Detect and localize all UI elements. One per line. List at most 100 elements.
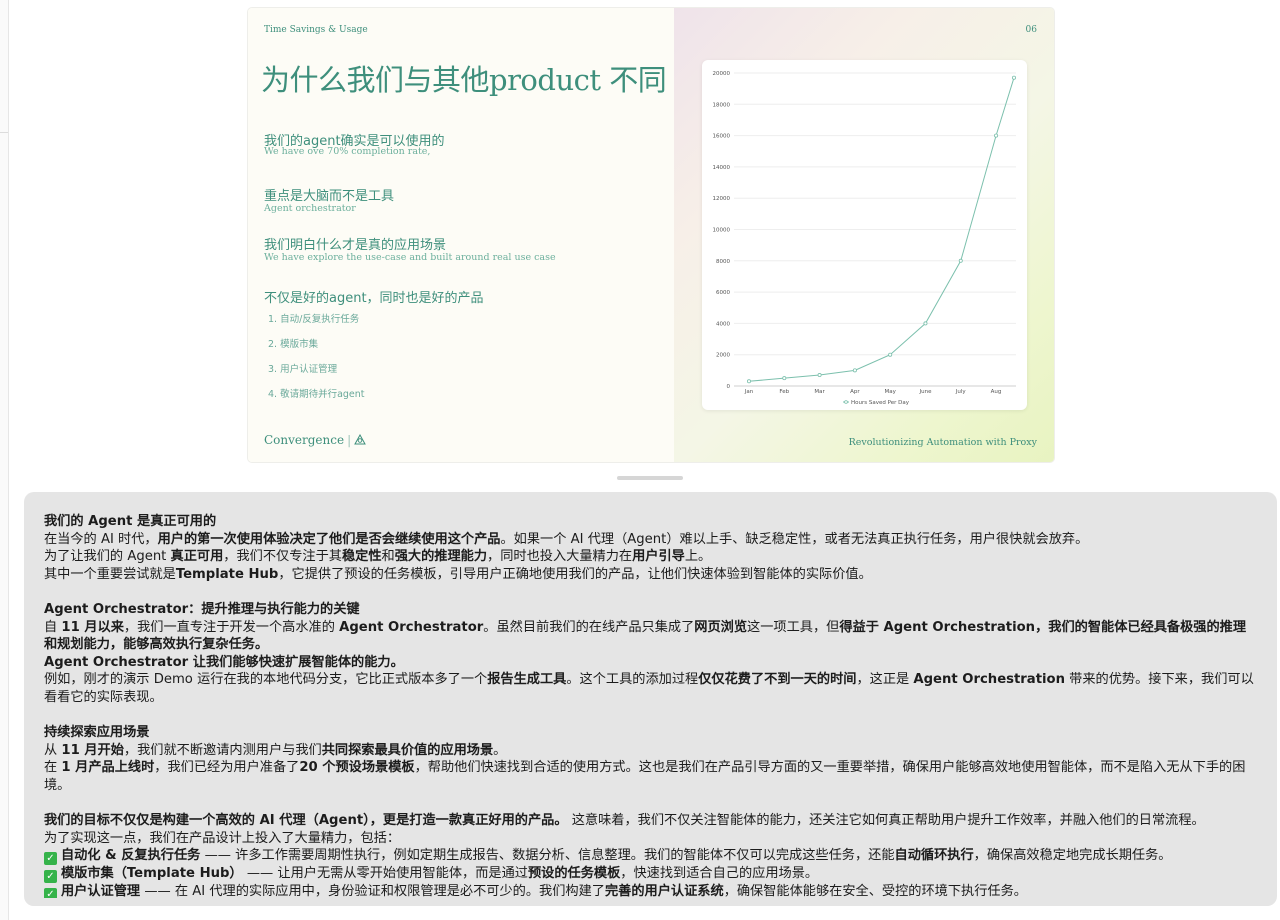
- y-tick-label: 12000: [713, 196, 731, 202]
- notes-text: ，我们不仅专注于其: [223, 549, 342, 565]
- data-point: [888, 352, 893, 357]
- y-tick-label: 14000: [713, 165, 731, 171]
- x-tick-label: Aug: [991, 389, 1002, 395]
- point-sub-brain: Agent orchestrator: [264, 203, 356, 214]
- slide-left-panel: Time Savings & Usage 为什么我们与其他product 不同 …: [248, 8, 674, 462]
- notes-text: 。这个工具的添加过程: [566, 672, 699, 688]
- notes-bold-text: 强大的推理能力: [394, 549, 488, 565]
- notes-bold-text: 仅仅花费了不到一天的时间: [698, 672, 857, 688]
- logo-text: Convergence: [264, 433, 345, 447]
- notes-text: ，我们已经为用户准备了: [154, 760, 300, 776]
- notes-text: 这一项工具，但: [747, 619, 840, 635]
- y-tick-label: 18000: [713, 102, 731, 108]
- section-tag: Time Savings & Usage: [264, 25, 368, 35]
- notes-bold-text: 预设的任务模板: [527, 866, 621, 882]
- notes-line: 我们的目标不仅仅是构建一个高效的 AI 代理（Agent），更是打造一款真正好用…: [44, 812, 1256, 830]
- point-heading-brain: 重点是大脑而不是工具: [264, 189, 395, 204]
- notes-bold-text: 我们的 Agent 是真正可用的: [44, 514, 217, 529]
- notes-text: 其中一个重要尝试就是: [44, 566, 176, 582]
- notes-text: 为了让我们的 Agent: [44, 549, 171, 565]
- point-heading-usecase: 我们明白什么才是真的应用场景: [264, 238, 447, 253]
- notes-bold-text: 网页浏览: [694, 619, 748, 635]
- notes-line: 我们的 Agent 是真正可用的: [44, 513, 1256, 531]
- notes-bold-text: 共同探索最具价值的应用场景: [321, 742, 494, 758]
- notes-line: 为了让我们的 Agent 真正可用，我们不仅专注于其稳定性和强大的推理能力，同时…: [44, 548, 1256, 566]
- list-item-parallel: 4. 敬请期待并行agent: [268, 389, 365, 400]
- notes-bold-text: Agent Orchestrator: [339, 619, 484, 635]
- notes-bold-text: 稳定性: [341, 549, 382, 565]
- notes-text: ，它提供了预设的任务模板，引导用户正确地使用我们的产品，让他们快速体验到智能体的…: [278, 566, 872, 582]
- y-tick-label: 10000: [713, 228, 731, 234]
- chart-card: 0 2000 4000 6000 8000 10000 12000 14000 16000 180…: [702, 60, 1027, 410]
- slide-canvas[interactable]: Time Savings & Usage 为什么我们与其他product 不同 …: [248, 8, 1054, 462]
- speaker-notes-text[interactable]: 我们的 Agent 是真正可用的 在当今的 AI 时代，用户的第一次使用体验决定了…: [44, 513, 1256, 906]
- checkmark-icon: ✓: [44, 870, 57, 884]
- notes-bold-text: 真正可用: [170, 549, 224, 565]
- point-sub-usecase: We have explore the use-case and built a…: [264, 252, 556, 263]
- notes-text: 。: [493, 742, 507, 758]
- x-tick-label: July: [955, 389, 967, 395]
- legend-label: Hours Saved Per Day: [851, 400, 910, 406]
- notes-text: ，我们一直专注于开发一个高水准的: [123, 619, 340, 635]
- checkmark-icon: ✓: [44, 852, 57, 866]
- page-number: 06: [1025, 25, 1037, 35]
- data-point: [747, 379, 752, 384]
- left-panel-divider: [0, 132, 8, 133]
- logo-mark-icon: [354, 433, 366, 445]
- y-tick-label: 8000: [716, 259, 730, 265]
- notes-bold-text: Agent Orchestrator：提升推理与执行能力的关键: [44, 601, 360, 617]
- y-tick-label: 16000: [713, 134, 731, 140]
- y-tick-label: 2000: [716, 353, 730, 359]
- notes-line: ✓ 模版市集（Template Hub） —— 让用户无需从零开始使用智能体，而是…: [44, 865, 1256, 884]
- notes-line: 在 1 月产品上线时，我们已经为用户准备了20 个预设场景模板，帮助他们快速找到…: [44, 759, 1256, 794]
- notes-bold-text: 自动循环执行: [894, 848, 974, 864]
- notes-bold-text: 用户的第一次使用体验决定了他们是否会继续使用这个产品: [157, 531, 501, 547]
- notes-text: 在当今的 AI 时代，: [44, 531, 158, 547]
- point-heading-product: 不仅是好的agent，同时也是好的产品: [264, 291, 484, 306]
- notes-bold-text: Agent Orchestrator 让我们能够快速扩展智能体的能力。: [44, 654, 404, 670]
- notes-line: 在当今的 AI 时代，用户的第一次使用体验决定了他们是否会继续使用这个产品。如果…: [44, 531, 1256, 549]
- y-tick-label: 20000: [713, 71, 731, 77]
- notes-bold-text: Template Hub: [175, 566, 279, 582]
- legend-marker: [844, 400, 848, 404]
- list-item-template: 2. 模版市集: [268, 339, 319, 350]
- notes-text: —— 许多工作需要周期性执行，例如定期生成报告、数据分析、信息整理。我们的智能体…: [200, 848, 895, 864]
- y-tick-label: 0: [727, 384, 731, 390]
- notes-bold-text: 自动化 & 反复执行任务: [61, 848, 201, 864]
- notes-text: ，确保高效稳定地完成长期任务。: [973, 848, 1172, 864]
- notes-line: 例如，刚才的演示 Demo 运行在我的本地代码分支，它比正式版本多了一个报告生成…: [44, 671, 1256, 706]
- convergence-logo: Convergence |: [264, 433, 366, 447]
- notes-text: 。如果一个 AI 代理（Agent）难以上手、缺乏稳定性，或者无法真正执行任务，…: [500, 531, 1089, 547]
- notes-bold-text: 用户引导: [632, 549, 685, 565]
- notes-text: 。虽然目前我们的在线产品只集成了: [483, 619, 695, 635]
- x-tick-label: Jan: [744, 389, 754, 395]
- notes-bottom-edge: [24, 898, 1277, 906]
- resize-handle[interactable]: [617, 476, 683, 480]
- notes-bold-text: 模版市集（Template Hub）: [61, 866, 243, 882]
- y-tick-label: 4000: [716, 321, 730, 327]
- notes-line: ✓ 自动化 & 反复执行任务 —— 许多工作需要周期性执行，例如定期生成报告、数据…: [44, 847, 1256, 866]
- speaker-notes-panel[interactable]: 我们的 Agent 是真正可用的 在当今的 AI 时代，用户的第一次使用体验决定了…: [24, 492, 1277, 906]
- notes-text: ，我们就不断邀请内测用户与我们: [123, 742, 322, 758]
- point-sub-usable: We have ove 70% completion rate,: [264, 146, 431, 157]
- notes-line: Agent Orchestrator：提升推理与执行能力的关键: [44, 601, 1256, 619]
- notes-text: ，同时也投入大量精力在: [487, 549, 633, 565]
- x-tick-label: Mar: [814, 389, 825, 395]
- data-point: [1011, 75, 1016, 80]
- list-item-automation: 1. 自动/反复执行任务: [268, 314, 360, 325]
- notes-bold-text: 报告生成工具: [487, 672, 567, 688]
- data-point: [852, 368, 857, 373]
- slide-right-panel: 06 0 2000 4000 6000 8000 10000 12000 14000 16000…: [674, 8, 1054, 462]
- notes-text: 从: [44, 742, 62, 758]
- data-point: [994, 133, 999, 138]
- x-tick-label: Feb: [779, 389, 789, 395]
- notes-line: 持续探索应用场景: [44, 724, 1256, 742]
- line-chart: 0 2000 4000 6000 8000 10000 12000 14000 16000 180…: [713, 71, 1016, 406]
- notes-text: 这意味着，我们不仅关注智能体的能力，还关注它如何真正帮助用户提升工作效率，并融入…: [567, 813, 1205, 829]
- data-point: [923, 321, 928, 326]
- notes-line: 从 11 月开始，我们就不断邀请内测用户与我们共同探索最具价值的应用场景。: [44, 742, 1256, 760]
- notes-text: —— 让用户无需从零开始使用智能体，而是通过: [242, 866, 528, 882]
- notes-bold-text: 20 个预设场景模板: [299, 760, 415, 776]
